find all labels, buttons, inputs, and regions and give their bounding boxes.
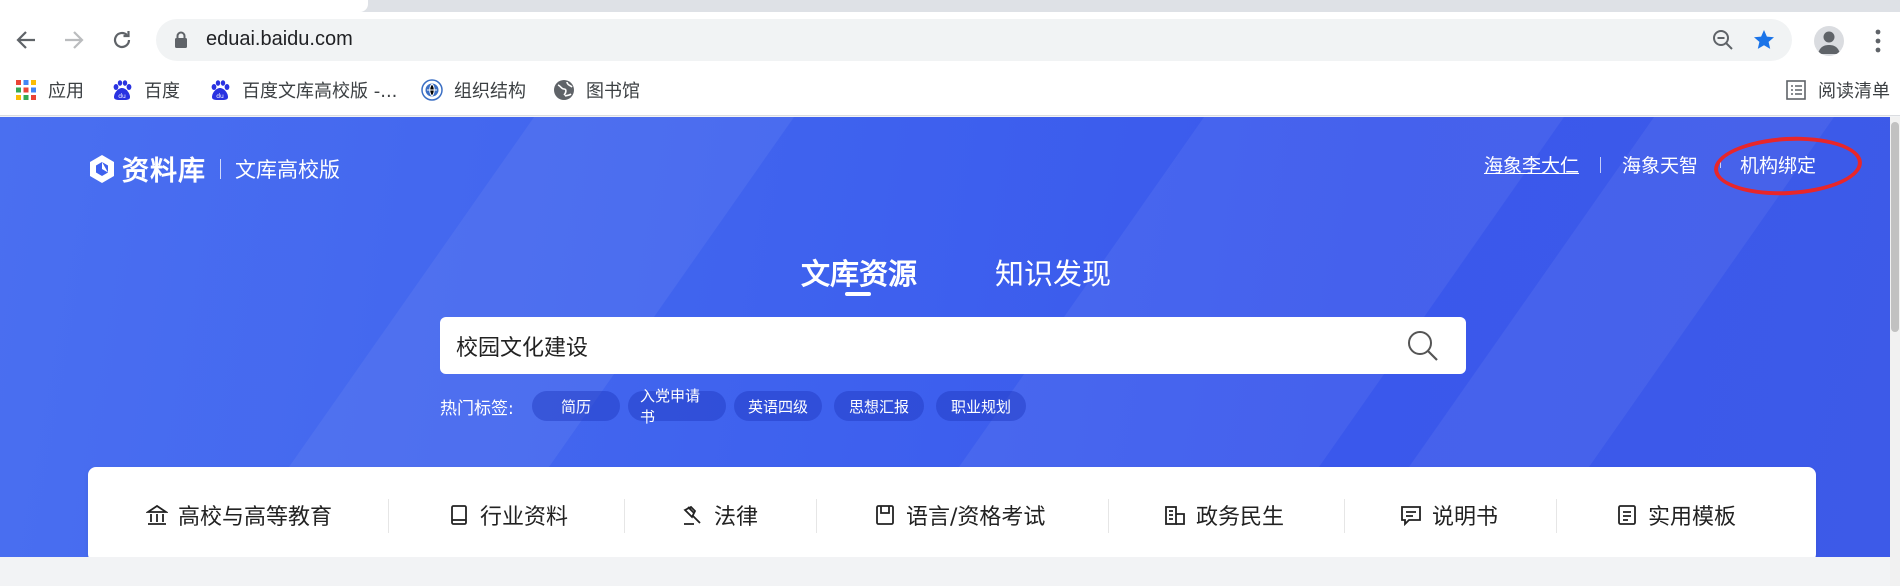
divider [816,499,817,533]
hot-tag[interactable]: 职业规划 [936,391,1026,421]
baidu-paw-icon: du [208,78,232,102]
tab-strip [0,0,1900,12]
hero-banner: 资料库 文库高校版 海象李大仁 海象天智 机构绑定 文库资源 知识发现 热门标签… [0,117,1890,557]
category-label: 说明书 [1432,505,1499,530]
message-icon [1401,506,1421,526]
tab-knowledge-discovery[interactable]: 知识发现 [995,251,1111,293]
arrow-left-icon [16,31,35,49]
bookmark-label: 应用 [48,81,84,102]
user-link-2[interactable]: 海象天智 [1622,151,1698,178]
baidu-paw-icon: du [110,78,134,102]
svg-text:du: du [118,93,126,100]
hot-tag[interactable]: 入党申请书 [628,387,726,426]
profile-avatar[interactable] [1814,26,1844,56]
category-label: 语言/资格考试 [906,505,1046,530]
category-templates[interactable]: 实用模板 [1616,497,1736,533]
globe-icon [552,78,576,102]
bookmark-label: 百度 [144,81,180,102]
active-tab[interactable] [0,0,368,12]
apps-grid-icon [14,78,38,102]
building-icon [1165,506,1185,525]
divider [1600,157,1601,173]
category-higher-education[interactable]: 高校与高等教育 [146,497,332,533]
bookmark-org-structure[interactable]: 组织结构 [420,75,526,105]
book-icon [451,505,467,525]
category-industry[interactable]: 行业资料 [448,497,568,533]
divider [388,499,389,533]
svg-text:du: du [216,93,224,100]
person-icon [1818,31,1840,54]
hot-tags-label: 热门标签: [440,399,514,419]
category-label: 法律 [714,505,759,530]
lock-icon[interactable] [174,31,188,49]
bookmark-apps[interactable]: 应用 [14,75,84,105]
zoom-icon[interactable] [1712,29,1734,51]
school-icon [146,504,168,525]
reading-list-button[interactable]: 阅读清单 [1784,75,1890,105]
document-icon [1618,505,1636,525]
search-input[interactable] [456,317,1356,374]
reading-list-icon [1784,78,1808,102]
bookmark-baidu[interactable]: du 百度 [110,75,180,105]
category-exams[interactable]: 语言/资格考试 [874,497,1045,533]
brand-name: 资料库 [122,156,206,187]
search-icon[interactable] [1406,329,1440,363]
divider [1108,499,1109,533]
category-law[interactable]: 法律 [682,497,758,533]
bookmark-label: 图书馆 [586,81,640,102]
gavel-icon [683,505,701,525]
hot-tag[interactable]: 思想汇报 [834,391,924,421]
hot-tag[interactable]: 简历 [532,391,620,421]
category-government[interactable]: 政务民生 [1164,497,1284,533]
hot-tag[interactable]: 英语四级 [734,391,822,421]
url-text[interactable]: eduai.baidu.com [206,28,353,51]
site-logo[interactable]: 资料库 文库高校版 [88,149,340,188]
reading-list-label: 阅读清单 [1818,81,1890,102]
globe-logo-icon [420,78,444,102]
save-book-icon [876,505,894,525]
category-label: 实用模板 [1648,505,1737,530]
browser-toolbar: eduai.baidu.com [0,12,1900,66]
more-menu-icon[interactable] [1872,28,1884,54]
bookmark-baidu-wenku[interactable]: du 百度文库高校版 -... [208,75,397,105]
forward-button[interactable] [60,26,88,54]
scrollbar-thumb[interactable] [1891,122,1899,332]
category-label: 行业资料 [480,505,569,530]
divider [220,158,221,179]
product-name: 文库高校版 [235,157,340,182]
bookmark-label: 百度文库高校版 -... [242,81,398,102]
bookmark-library[interactable]: 图书馆 [552,75,640,105]
bookmark-label: 组织结构 [454,81,526,102]
category-bar: 高校与高等教育 行业资料 法律 语言/资格考试 政务民生 说明书 实用模板 [88,467,1816,557]
divider [624,499,625,533]
divider [1344,499,1345,533]
page-content-area [0,557,1890,586]
hexagon-logo-icon [90,154,114,183]
reload-button[interactable] [108,26,136,54]
arrow-right-icon [65,31,84,49]
category-manuals[interactable]: 说明书 [1400,497,1498,533]
divider [1556,499,1557,533]
search-box [440,317,1466,374]
active-tab-indicator [845,292,871,296]
tab-library-resources[interactable]: 文库资源 [801,251,917,293]
category-label: 政务民生 [1196,505,1285,530]
address-bar[interactable]: eduai.baidu.com [156,19,1792,61]
bookmarks-bar: 应用 du 百度 du 百度文库高校版 -... 组织结构 图书馆 阅读清单 [0,66,1900,116]
bookmark-star-icon[interactable] [1752,28,1776,52]
user-link-1[interactable]: 海象李大仁 [1484,151,1579,178]
back-button[interactable] [12,26,40,54]
category-label: 高校与高等教育 [178,505,333,530]
reload-icon [113,31,131,49]
